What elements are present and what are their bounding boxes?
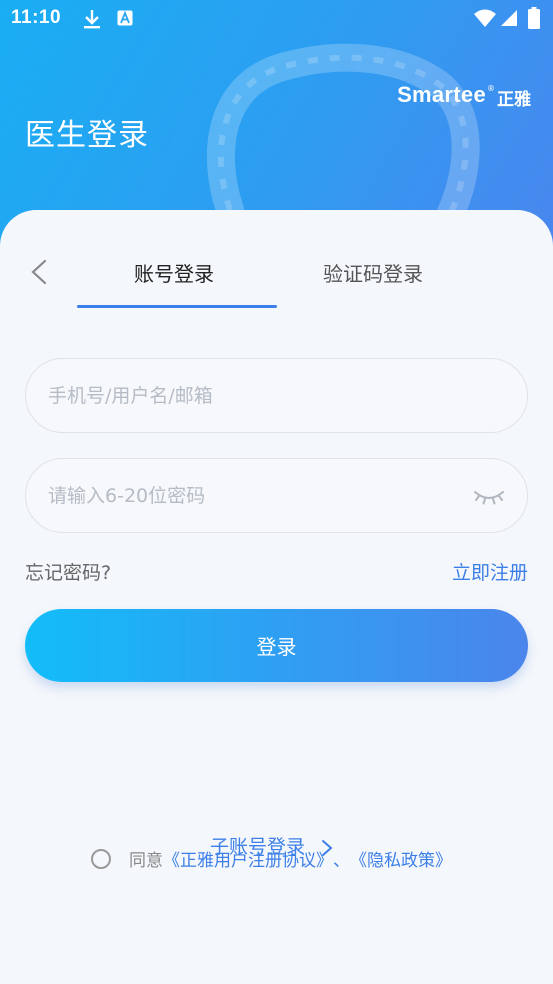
brand-logo: Smartee ® 正雅 bbox=[397, 82, 531, 110]
username-input[interactable] bbox=[48, 359, 468, 432]
tab-account-login[interactable]: 账号登录 bbox=[134, 258, 214, 287]
signal-icon bbox=[501, 10, 517, 26]
back-icon[interactable] bbox=[26, 258, 52, 286]
login-button[interactable]: 登录 bbox=[25, 609, 528, 682]
privacy-link[interactable]: 《隐私政策》 bbox=[350, 846, 452, 871]
aligner-illustration bbox=[206, 43, 480, 229]
agree-prefix: 同意 bbox=[129, 851, 163, 871]
agreement-row: 同意 《正雅用户注册协议》 、 《隐私政策》 bbox=[91, 846, 452, 871]
register-link[interactable]: 立即注册 bbox=[452, 558, 528, 585]
a-badge-icon bbox=[117, 10, 133, 26]
brand-registered-mark: ® bbox=[487, 84, 495, 93]
download-icon bbox=[84, 10, 100, 29]
brand-name-en: Smartee bbox=[397, 82, 486, 107]
agree-radio[interactable] bbox=[91, 848, 111, 869]
eye-closed-icon[interactable] bbox=[473, 485, 505, 507]
status-time: 11:10 bbox=[11, 7, 62, 28]
active-tab-indicator bbox=[77, 305, 277, 308]
wifi-icon bbox=[474, 9, 496, 27]
password-field-container bbox=[25, 458, 528, 533]
page-title: 医生登录 bbox=[25, 118, 149, 153]
terms-link[interactable]: 《正雅用户注册协议》 bbox=[163, 846, 333, 871]
brand-name-cn: 正雅 bbox=[497, 90, 531, 110]
username-field-container bbox=[25, 358, 528, 433]
agree-separator: 、 bbox=[333, 851, 350, 871]
status-bar: 11:10 bbox=[0, 0, 553, 38]
forgot-password-link[interactable]: 忘记密码? bbox=[25, 558, 111, 585]
tab-code-login[interactable]: 验证码登录 bbox=[323, 258, 423, 287]
password-input[interactable] bbox=[48, 459, 468, 532]
battery-icon bbox=[528, 7, 540, 29]
